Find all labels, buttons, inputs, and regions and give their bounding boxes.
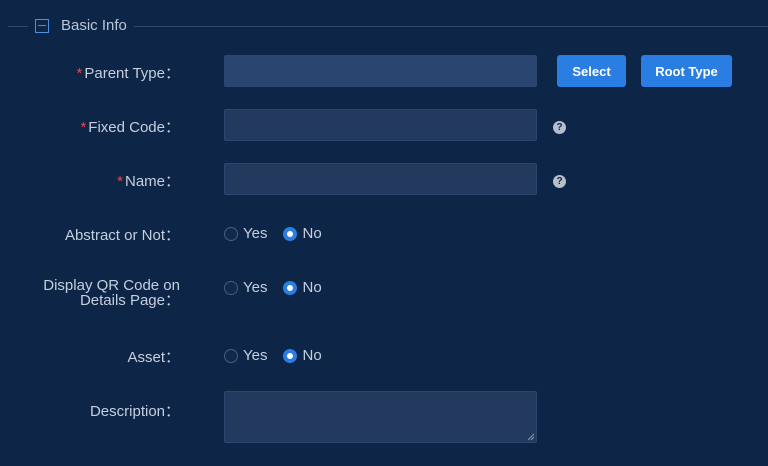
collapse-icon[interactable]: [35, 19, 49, 33]
parent-type-label-text: Parent Type：: [84, 65, 180, 82]
parent-type-input[interactable]: [224, 55, 537, 87]
fixed-code-label: * Fixed Code：: [80, 116, 180, 137]
help-icon[interactable]: ?: [553, 175, 566, 188]
radio-icon: [224, 348, 238, 363]
required-mark: *: [76, 65, 83, 82]
qr-code-label: Display QR Code on Details Page：: [43, 278, 180, 308]
parent-type-label: * Parent Type：: [77, 62, 180, 83]
select-button[interactable]: Select: [557, 55, 626, 87]
radio-checked-icon: [283, 348, 298, 363]
fixed-code-label-text: Fixed Code：: [88, 119, 180, 136]
form-page: Basic Info * Parent Type： Select Root Typ…: [0, 0, 768, 466]
asset-label: Asset：: [127, 349, 180, 366]
root-type-button[interactable]: Root Type: [641, 55, 732, 87]
radio-label: Yes: [243, 347, 268, 364]
radio-label: Yes: [243, 225, 268, 242]
qr-code-no-radio[interactable]: No: [283, 279, 322, 296]
section-header: Basic Info: [0, 16, 768, 38]
qr-code-label-line2: Details Page：: [79, 292, 180, 309]
asset-no-radio[interactable]: No: [283, 347, 322, 364]
required-mark: *: [80, 119, 87, 136]
divider: [8, 26, 28, 27]
description-textarea[interactable]: [224, 391, 537, 443]
divider: [134, 26, 768, 27]
qr-code-label-line1: Display QR Code on: [43, 277, 180, 294]
qr-code-yes-radio[interactable]: Yes: [224, 279, 267, 296]
abstract-label: Abstract or Not：: [64, 227, 180, 244]
name-label: * Name：: [117, 170, 180, 191]
resize-grip-icon[interactable]: [527, 433, 535, 441]
radio-label: Yes: [243, 279, 268, 296]
abstract-no-radio[interactable]: No: [283, 225, 322, 242]
radio-label: No: [302, 225, 322, 242]
radio-icon: [224, 226, 238, 241]
radio-icon: [224, 280, 238, 295]
qr-code-radio-group: Yes No: [224, 279, 338, 296]
description-label: Description：: [89, 403, 180, 420]
asset-radio-group: Yes No: [224, 347, 338, 364]
abstract-radio-group: Yes No: [224, 225, 338, 242]
radio-checked-icon: [283, 280, 298, 295]
required-mark: *: [117, 173, 123, 190]
name-label-text: Name：: [124, 173, 180, 190]
radio-label: No: [302, 279, 322, 296]
name-input[interactable]: [224, 163, 537, 195]
asset-yes-radio[interactable]: Yes: [224, 347, 267, 364]
radio-label: No: [302, 347, 322, 364]
fixed-code-input[interactable]: [224, 109, 537, 141]
radio-checked-icon: [283, 226, 298, 241]
section-title: Basic Info: [61, 17, 127, 34]
abstract-yes-radio[interactable]: Yes: [224, 225, 267, 242]
help-icon[interactable]: ?: [553, 121, 566, 134]
